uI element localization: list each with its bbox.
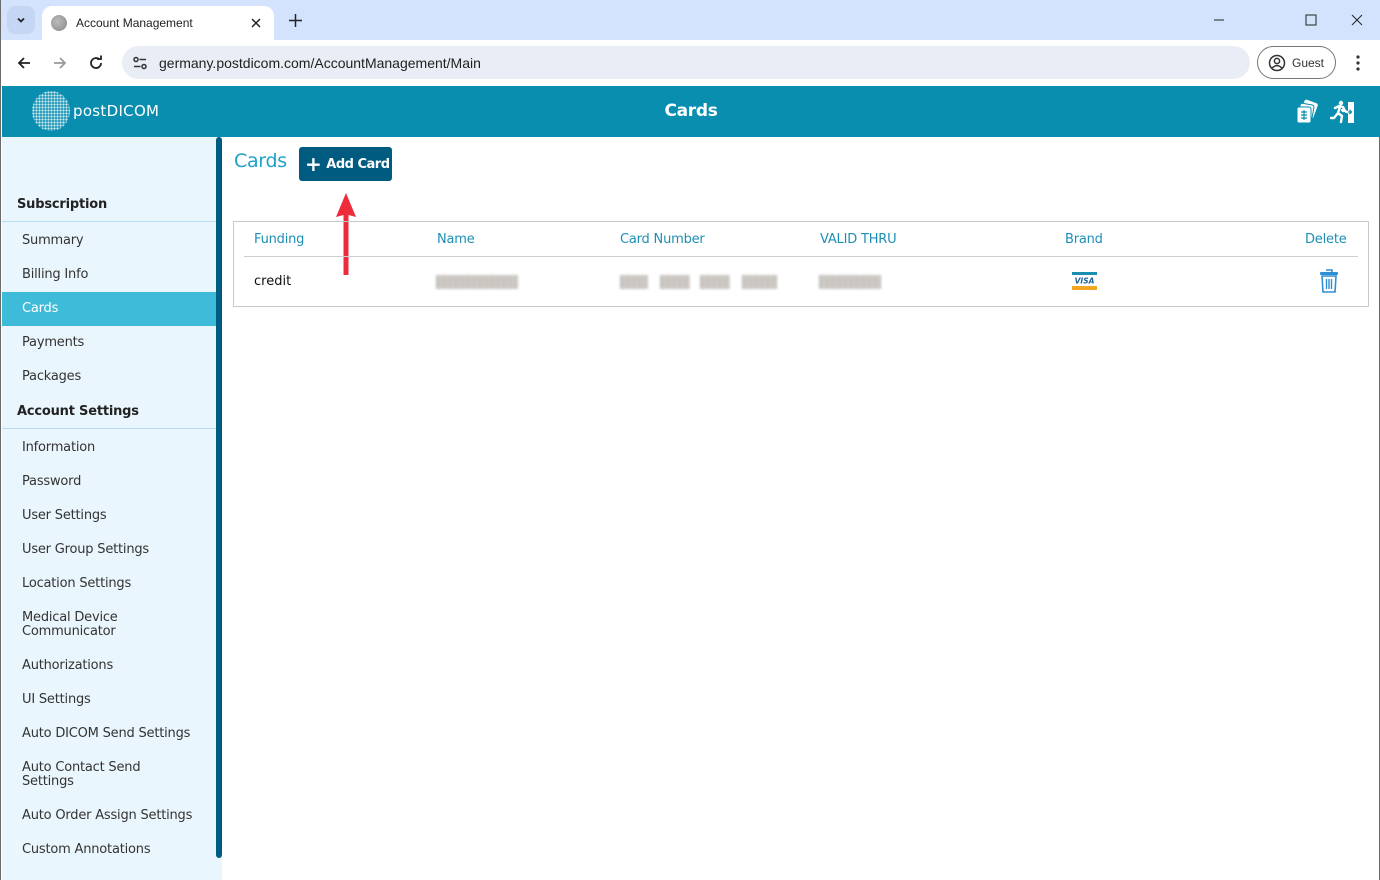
arrow-left-icon bbox=[17, 57, 30, 69]
column-header-valid-thru: VALID THRU bbox=[820, 232, 897, 247]
account-circle-icon bbox=[1268, 54, 1286, 71]
browser-tab[interactable]: Account Management bbox=[42, 6, 274, 40]
tab-title: Account Management bbox=[76, 16, 193, 30]
cards-heading: Cards bbox=[234, 150, 287, 172]
sidebar-item-auto-contact-send-settings[interactable]: Auto Contact Send Settings bbox=[2, 751, 216, 799]
new-tab-button[interactable] bbox=[283, 8, 307, 32]
add-card-label: Add Card bbox=[326, 156, 390, 172]
arrow-right-icon bbox=[54, 57, 67, 69]
sidebar-item-cards[interactable]: Cards bbox=[2, 292, 216, 326]
sidebar: Subscription Summary Billing Info Cards … bbox=[2, 137, 216, 880]
profile-button[interactable]: Guest bbox=[1257, 46, 1336, 79]
cards-table: Funding Name Card Number VALID THRU Bran… bbox=[233, 221, 1369, 307]
tune-icon bbox=[133, 56, 147, 69]
cell-name-redacted bbox=[436, 275, 518, 289]
sidebar-scrollbar-thumb[interactable] bbox=[216, 137, 222, 858]
column-header-name: Name bbox=[437, 232, 475, 247]
sidebar-item-user-group-settings[interactable]: User Group Settings bbox=[2, 533, 216, 567]
sidebar-item-information[interactable]: Information bbox=[2, 431, 216, 465]
add-card-button[interactable]: + Add Card bbox=[299, 147, 392, 181]
trash-icon[interactable] bbox=[1319, 269, 1339, 293]
site-info-button[interactable] bbox=[130, 53, 150, 73]
sidebar-group-account-settings: Account Settings bbox=[2, 395, 216, 429]
forward-button[interactable] bbox=[46, 49, 74, 77]
sidebar-item-authorizations[interactable]: Authorizations bbox=[2, 649, 216, 683]
cell-funding: credit bbox=[254, 274, 292, 289]
close-icon bbox=[1351, 14, 1363, 26]
favicon-icon bbox=[51, 15, 67, 31]
cell-card-number-redacted bbox=[620, 275, 648, 289]
minimize-icon bbox=[1214, 19, 1224, 21]
sidebar-item-packages[interactable]: Packages bbox=[2, 360, 216, 394]
close-icon bbox=[251, 18, 261, 28]
close-tab-button[interactable] bbox=[246, 13, 266, 33]
sidebar-item-payments[interactable]: Payments bbox=[2, 326, 216, 360]
chevron-down-icon bbox=[17, 17, 25, 23]
sidebar-item-auto-dicom-send-settings[interactable]: Auto DICOM Send Settings bbox=[2, 717, 216, 751]
app-header: postDICOM Cards bbox=[2, 86, 1380, 137]
page-title: Cards bbox=[664, 101, 718, 121]
sidebar-item-ui-settings[interactable]: UI Settings bbox=[2, 683, 216, 717]
sidebar-item-location-settings[interactable]: Location Settings bbox=[2, 567, 216, 601]
back-button[interactable] bbox=[10, 49, 38, 77]
sidebar-item-auto-order-assign-settings[interactable]: Auto Order Assign Settings bbox=[2, 799, 216, 833]
browser-tabstrip: Account Management bbox=[1, 0, 1380, 40]
kebab-icon bbox=[1356, 55, 1360, 71]
profile-label: Guest bbox=[1292, 55, 1325, 70]
sidebar-scrollbar[interactable] bbox=[216, 137, 222, 880]
url-text: germany.postdicom.com/AccountManagement/… bbox=[159, 54, 481, 71]
sidebar-item-user-settings[interactable]: User Settings bbox=[2, 499, 216, 533]
documents-icon[interactable] bbox=[1294, 99, 1320, 125]
visa-icon: VISA bbox=[1072, 272, 1097, 290]
cell-card-number-redacted bbox=[742, 275, 777, 289]
column-header-brand: Brand bbox=[1065, 232, 1103, 247]
plus-icon bbox=[288, 13, 302, 27]
reload-icon bbox=[90, 55, 102, 69]
column-header-funding: Funding bbox=[254, 232, 305, 247]
browser-menu-button[interactable] bbox=[1347, 50, 1369, 76]
address-bar[interactable]: germany.postdicom.com/AccountManagement/… bbox=[122, 46, 1250, 79]
exit-icon[interactable] bbox=[1330, 99, 1356, 125]
plus-icon: + bbox=[305, 152, 322, 176]
sidebar-item-billing-info[interactable]: Billing Info bbox=[2, 258, 216, 292]
tab-search-button[interactable] bbox=[7, 6, 35, 34]
close-window-button[interactable] bbox=[1337, 8, 1377, 32]
cell-card-number-redacted bbox=[700, 275, 730, 289]
sidebar-item-medical-device-communicator[interactable]: Medical Device Communicator bbox=[2, 601, 216, 649]
column-header-card-number: Card Number bbox=[620, 232, 705, 247]
minimize-button[interactable] bbox=[1199, 8, 1239, 32]
sidebar-group-subscription: Subscription bbox=[2, 188, 216, 222]
cell-card-number-redacted bbox=[660, 275, 690, 289]
sidebar-item-summary[interactable]: Summary bbox=[2, 224, 216, 258]
sidebar-item-password[interactable]: Password bbox=[2, 465, 216, 499]
maximize-button[interactable] bbox=[1291, 8, 1331, 32]
visa-text: VISA bbox=[1075, 277, 1095, 286]
header-divider bbox=[244, 256, 1358, 257]
cell-valid-thru-redacted bbox=[819, 275, 881, 289]
column-header-delete: Delete bbox=[1305, 232, 1347, 247]
sidebar-item-custom-annotations[interactable]: Custom Annotations bbox=[2, 833, 216, 867]
maximize-icon bbox=[1305, 14, 1317, 26]
reload-button[interactable] bbox=[82, 49, 110, 77]
